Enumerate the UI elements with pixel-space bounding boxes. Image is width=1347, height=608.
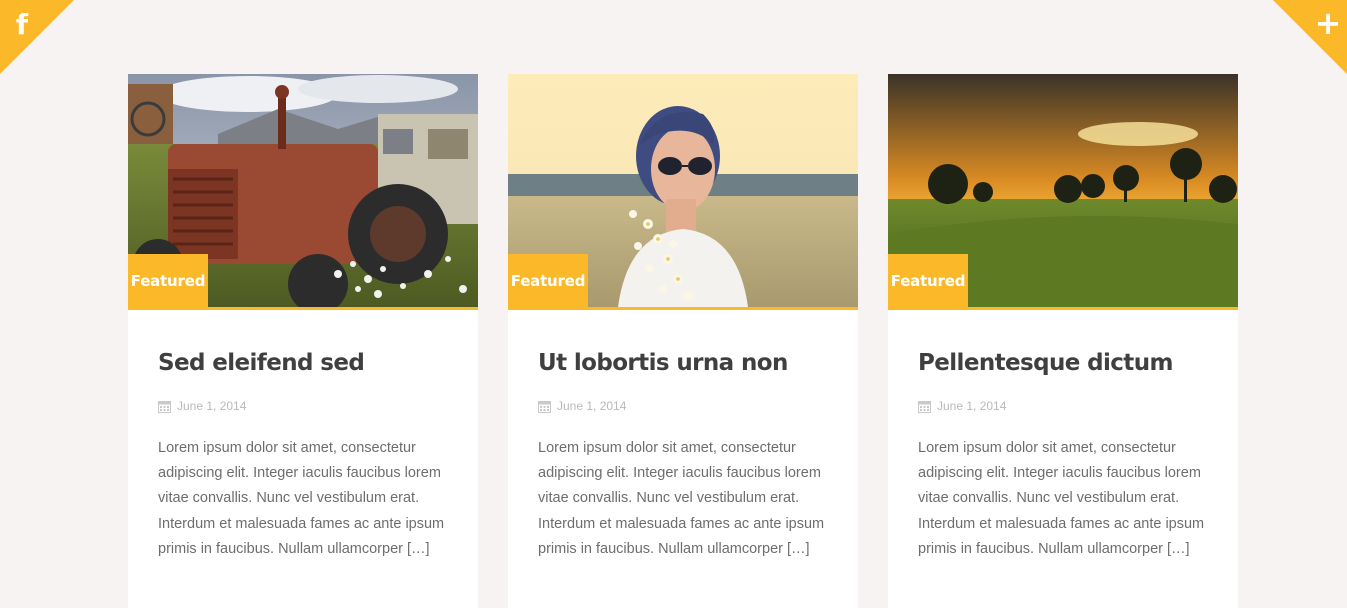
post-date: June 1, 2014 [918, 398, 1208, 414]
calendar-icon [538, 400, 551, 413]
calendar-icon [918, 400, 931, 413]
featured-badge[interactable]: Featured [508, 254, 588, 307]
facebook-icon: f [0, 0, 74, 74]
post-excerpt: Lorem ipsum dolor sit amet, consectetur … [538, 440, 825, 557]
post-grid: Featured Sed eleifend sed June 1, 2014 L… [128, 74, 1238, 608]
post-date-text: June 1, 2014 [177, 399, 247, 413]
post-card: Featured Ut lobortis urna non June 1, 20… [508, 74, 858, 608]
card-accent-line [508, 307, 858, 310]
facebook-glyph: f [16, 8, 29, 41]
post-image-link[interactable]: Featured [128, 74, 478, 307]
post-title[interactable]: Ut lobortis urna non [538, 348, 828, 378]
post-date: June 1, 2014 [158, 398, 448, 414]
post-image-link[interactable]: Featured [888, 74, 1238, 307]
post-excerpt: Lorem ipsum dolor sit amet, consectetur … [158, 440, 445, 557]
featured-badge[interactable]: Featured [888, 254, 968, 307]
post-title[interactable]: Pellentesque dictum [918, 348, 1208, 378]
post-date-text: June 1, 2014 [557, 399, 627, 413]
featured-badge[interactable]: Featured [128, 254, 208, 307]
post-date-text: June 1, 2014 [937, 399, 1007, 413]
post-card: Featured Pellentesque dictum June 1, 201… [888, 74, 1238, 608]
post-title[interactable]: Sed eleifend sed [158, 348, 448, 378]
calendar-icon [158, 400, 171, 413]
post-card: Featured Sed eleifend sed June 1, 2014 L… [128, 74, 478, 608]
plus-glyph: + [1315, 4, 1342, 42]
post-date: June 1, 2014 [538, 398, 828, 414]
plus-corner-button[interactable]: + [1273, 0, 1347, 74]
post-excerpt: Lorem ipsum dolor sit amet, consectetur … [918, 440, 1205, 557]
card-accent-line [128, 307, 478, 310]
post-image-link[interactable]: Featured [508, 74, 858, 307]
plus-icon: + [1273, 0, 1347, 74]
card-accent-line [888, 307, 1238, 310]
facebook-corner-button[interactable]: f [0, 0, 74, 74]
